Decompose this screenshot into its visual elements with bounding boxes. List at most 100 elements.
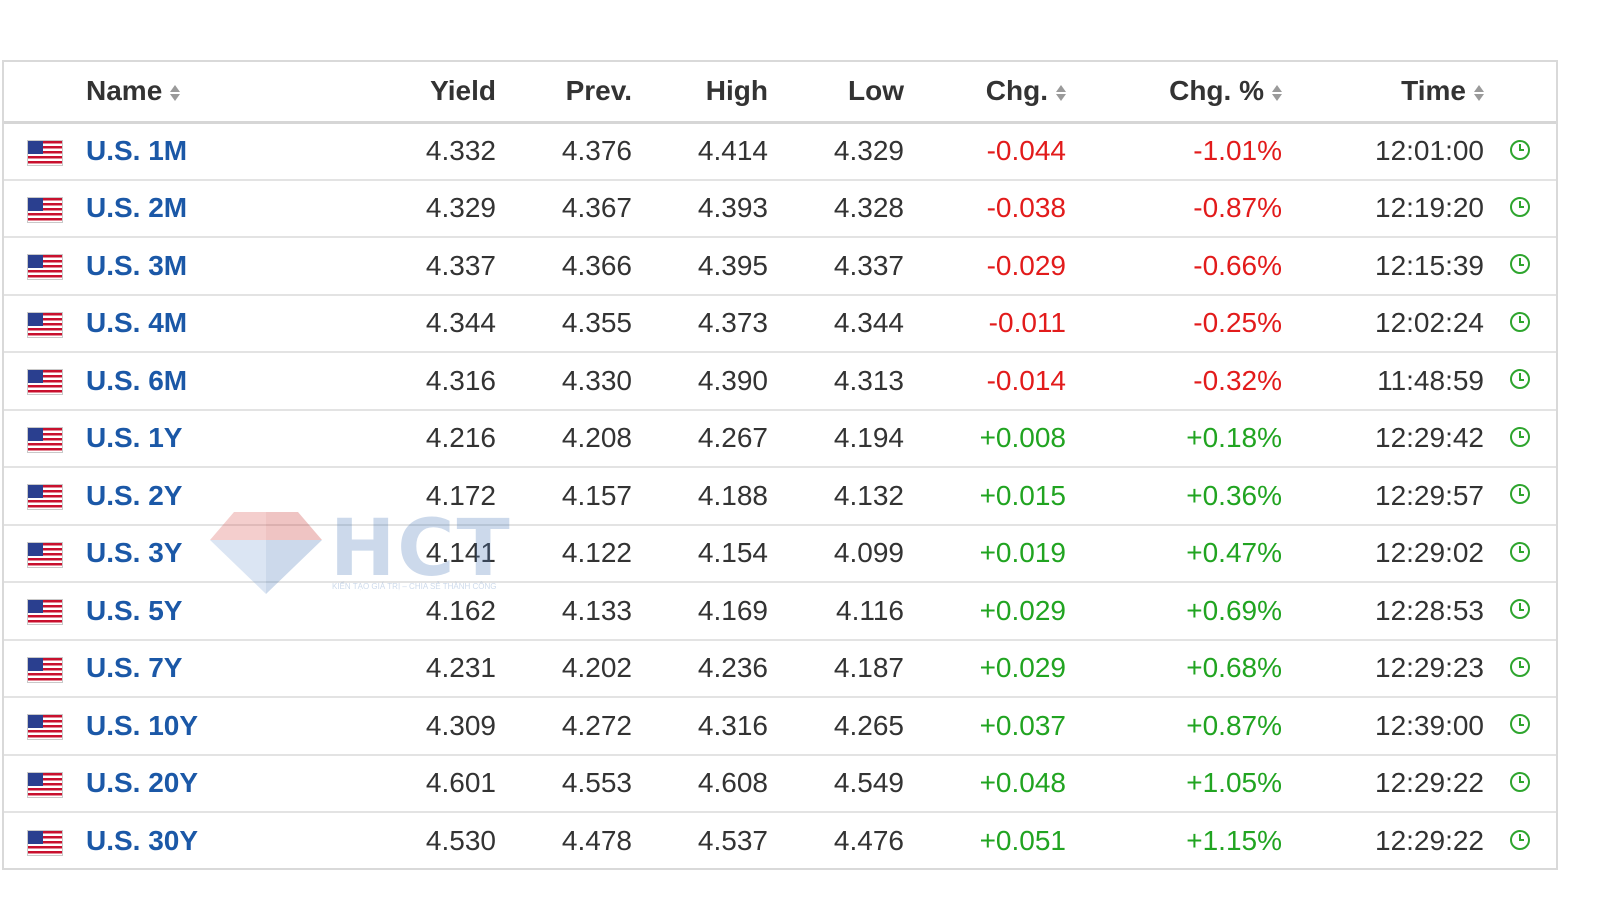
- bond-yields-table-container: Name Yield Prev. High Low Chg. Chg. % Ti…: [2, 60, 1558, 870]
- sort-icon[interactable]: [170, 83, 181, 103]
- yield-value: 4.309: [425, 709, 496, 741]
- bond-name-link[interactable]: U.S. 7Y: [86, 652, 182, 683]
- yield-value: 4.172: [425, 479, 496, 511]
- change-value: +0.029: [979, 652, 1066, 684]
- time-value: 12:39:00: [1375, 709, 1484, 741]
- change-value: -0.038: [986, 192, 1066, 224]
- bond-name-link[interactable]: U.S. 6M: [86, 365, 187, 396]
- change-value: +0.048: [979, 767, 1066, 799]
- change-percent-value: +0.47%: [1186, 537, 1282, 569]
- bond-name-link[interactable]: U.S. 3M: [86, 250, 187, 281]
- prev-value: 4.208: [561, 422, 632, 454]
- high-value: 4.390: [697, 364, 768, 396]
- header-high: High: [705, 75, 768, 107]
- table-row: U.S. 10Y 4.309 4.272 4.316 4.265 +0.037 …: [4, 697, 1556, 755]
- time-value: 12:02:24: [1375, 307, 1484, 339]
- time-value: 12:15:39: [1375, 249, 1484, 281]
- bond-name-link[interactable]: U.S. 10Y: [86, 710, 198, 741]
- bond-name-link[interactable]: U.S. 1Y: [86, 422, 182, 453]
- bond-name-link[interactable]: U.S. 2Y: [86, 480, 182, 511]
- header-clock: [1484, 62, 1556, 122]
- time-value: 12:01:00: [1375, 135, 1484, 166]
- change-percent-value: -0.66%: [1193, 249, 1282, 281]
- time-value: 12:29:57: [1375, 479, 1484, 511]
- table-row: U.S. 5Y 4.162 4.133 4.169 4.116 +0.029 +…: [4, 582, 1556, 640]
- yield-value: 4.216: [425, 422, 496, 454]
- header-name-label: Name: [86, 75, 163, 107]
- change-value: -0.011: [988, 307, 1066, 339]
- high-value: 4.393: [697, 192, 768, 224]
- change-value: +0.019: [979, 537, 1066, 569]
- sort-icon[interactable]: [1056, 83, 1066, 103]
- yield-value: 4.162: [425, 594, 496, 626]
- change-percent-value: +1.05%: [1186, 767, 1282, 799]
- sort-icon[interactable]: [1474, 83, 1484, 103]
- table-row: U.S. 1M 4.332 4.376 4.414 4.329 -0.044 -…: [4, 122, 1556, 180]
- clock-icon: [1510, 541, 1530, 562]
- change-value: +0.029: [979, 594, 1066, 626]
- table-header: Name Yield Prev. High Low Chg. Chg. % Ti…: [4, 62, 1556, 122]
- bond-name-link[interactable]: U.S. 30Y: [86, 825, 198, 856]
- table-row: U.S. 1Y 4.216 4.208 4.267 4.194 +0.008 +…: [4, 410, 1556, 467]
- table-row: U.S. 30Y 4.530 4.478 4.537 4.476 +0.051 …: [4, 812, 1556, 870]
- prev-value: 4.133: [561, 594, 632, 626]
- table-row: U.S. 3M 4.337 4.366 4.395 4.337 -0.029 -…: [4, 237, 1556, 295]
- bond-yields-table: Name Yield Prev. High Low Chg. Chg. % Ti…: [4, 62, 1556, 870]
- table-row: U.S. 20Y 4.601 4.553 4.608 4.549 +0.048 …: [4, 755, 1556, 812]
- yield-value: 4.332: [425, 135, 496, 166]
- bond-name-link[interactable]: U.S. 2M: [86, 192, 187, 223]
- prev-value: 4.553: [561, 767, 632, 799]
- low-value: 4.265: [833, 709, 904, 741]
- bond-name-link[interactable]: U.S. 5Y: [86, 595, 182, 626]
- high-value: 4.316: [697, 709, 768, 741]
- change-percent-value: -1.01%: [1193, 135, 1282, 166]
- low-value: 4.132: [833, 479, 904, 511]
- change-percent-value: +0.87%: [1186, 709, 1282, 741]
- change-percent-value: -0.87%: [1193, 192, 1282, 224]
- header-chg-label: Chg.: [985, 75, 1048, 107]
- us-flag-icon: [28, 197, 62, 222]
- table-row: U.S. 7Y 4.231 4.202 4.236 4.187 +0.029 +…: [4, 640, 1556, 697]
- yield-value: 4.316: [425, 364, 496, 396]
- bond-name-link[interactable]: U.S. 3Y: [86, 537, 182, 568]
- time-value: 12:29:42: [1375, 422, 1484, 454]
- clock-icon: [1510, 254, 1530, 275]
- bond-name-link[interactable]: U.S. 4M: [86, 307, 187, 338]
- us-flag-icon: [28, 140, 62, 165]
- table-row: U.S. 3Y 4.141 4.122 4.154 4.099 +0.019 +…: [4, 525, 1556, 582]
- bond-name-link[interactable]: U.S. 1M: [86, 135, 187, 166]
- us-flag-icon: [28, 427, 62, 452]
- change-value: -0.044: [986, 135, 1066, 166]
- us-flag-icon: [28, 485, 62, 510]
- change-percent-value: +1.15%: [1186, 825, 1282, 857]
- prev-value: 4.376: [561, 135, 632, 166]
- change-value: +0.037: [979, 709, 1066, 741]
- change-percent-value: +0.18%: [1186, 422, 1282, 454]
- table-body: U.S. 1M 4.332 4.376 4.414 4.329 -0.044 -…: [4, 122, 1556, 870]
- header-chg[interactable]: Chg.: [904, 62, 1066, 122]
- header-time[interactable]: Time: [1282, 62, 1484, 122]
- time-value: 12:28:53: [1375, 594, 1484, 626]
- sort-icon[interactable]: [1272, 83, 1282, 103]
- yield-value: 4.337: [425, 249, 496, 281]
- change-value: -0.029: [986, 249, 1066, 281]
- prev-value: 4.157: [561, 479, 632, 511]
- change-value: -0.014: [986, 364, 1066, 396]
- table-row: U.S. 6M 4.316 4.330 4.390 4.313 -0.014 -…: [4, 352, 1556, 410]
- header-chg-pct[interactable]: Chg. %: [1066, 62, 1282, 122]
- clock-icon: [1510, 771, 1530, 792]
- bond-name-link[interactable]: U.S. 20Y: [86, 767, 198, 798]
- us-flag-icon: [28, 255, 62, 280]
- high-value: 4.608: [697, 767, 768, 799]
- header-name[interactable]: Name: [86, 62, 336, 122]
- low-value: 4.476: [833, 825, 904, 857]
- yield-value: 4.530: [425, 825, 496, 857]
- prev-value: 4.367: [561, 192, 632, 224]
- header-chg-pct-label: Chg. %: [1169, 75, 1264, 107]
- yield-value: 4.601: [425, 767, 496, 799]
- change-percent-value: -0.25%: [1193, 307, 1282, 339]
- low-value: 4.328: [833, 192, 904, 224]
- header-row: Name Yield Prev. High Low Chg. Chg. % Ti…: [4, 62, 1556, 122]
- high-value: 4.154: [697, 537, 768, 569]
- time-value: 12:19:20: [1375, 192, 1484, 224]
